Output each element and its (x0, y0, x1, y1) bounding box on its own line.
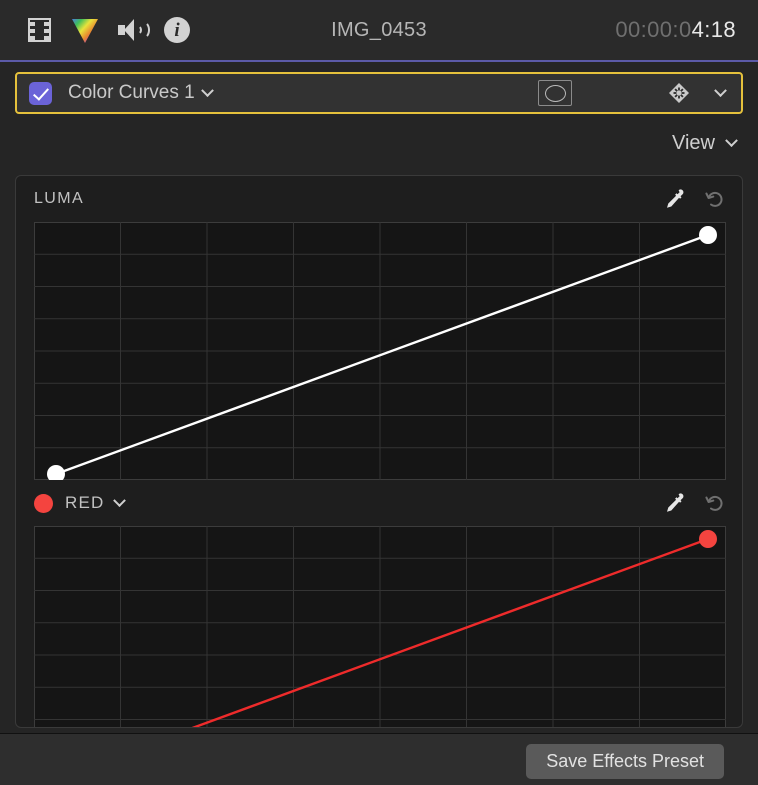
red-section-title: RED (65, 493, 105, 512)
timecode-display[interactable]: 00:00:04:18 (615, 17, 736, 43)
save-effects-preset-button[interactable]: Save Effects Preset (526, 744, 724, 779)
luma-section-header: LUMA (16, 176, 742, 222)
toolbar-icon-group: i (24, 15, 192, 45)
luma-curve-graph[interactable] (34, 222, 726, 480)
red-section-header: RED (16, 480, 742, 526)
timecode-dim: 00:00:0 (615, 17, 692, 42)
view-menu[interactable]: View (672, 132, 738, 155)
inspector-toolbar: i IMG_0453 00:00:04:18 (0, 0, 758, 62)
effect-name-chevron-down-icon[interactable] (200, 83, 214, 97)
luma-reset-arrow-icon[interactable] (704, 188, 726, 210)
shape-mask-icon[interactable] (538, 80, 572, 106)
inspector-footer: Save Effects Preset (0, 733, 758, 785)
color-triangle-icon[interactable] (70, 15, 100, 45)
view-chevron-down-icon[interactable] (725, 134, 738, 148)
luma-section-title: LUMA (34, 190, 85, 207)
inspector-panel: i IMG_0453 00:00:04:18 Color Curves 1 Vi… (0, 0, 758, 785)
timecode-lit: 4:18 (691, 17, 736, 42)
red-channel-dot (34, 493, 53, 513)
view-menu-label: View (672, 132, 715, 154)
red-channel-chevron-down-icon[interactable] (112, 493, 126, 507)
effect-header-row[interactable]: Color Curves 1 (15, 72, 743, 114)
info-icon[interactable]: i (162, 15, 192, 45)
red-eyedropper-icon[interactable] (664, 492, 686, 514)
speaker-icon[interactable] (116, 15, 150, 45)
red-curve-graph[interactable] (34, 526, 726, 727)
effect-name-label: Color Curves 1 (68, 82, 195, 103)
effect-disclosure-chevron-down-icon[interactable] (714, 83, 727, 97)
luma-eyedropper-icon[interactable] (664, 188, 686, 210)
effect-enable-checkbox[interactable] (29, 81, 52, 105)
red-reset-arrow-icon[interactable] (704, 492, 726, 514)
color-curves-panel: LUMA RED (15, 175, 743, 728)
keyframe-diamond-icon[interactable] (668, 82, 690, 104)
filmstrip-icon[interactable] (24, 15, 54, 45)
